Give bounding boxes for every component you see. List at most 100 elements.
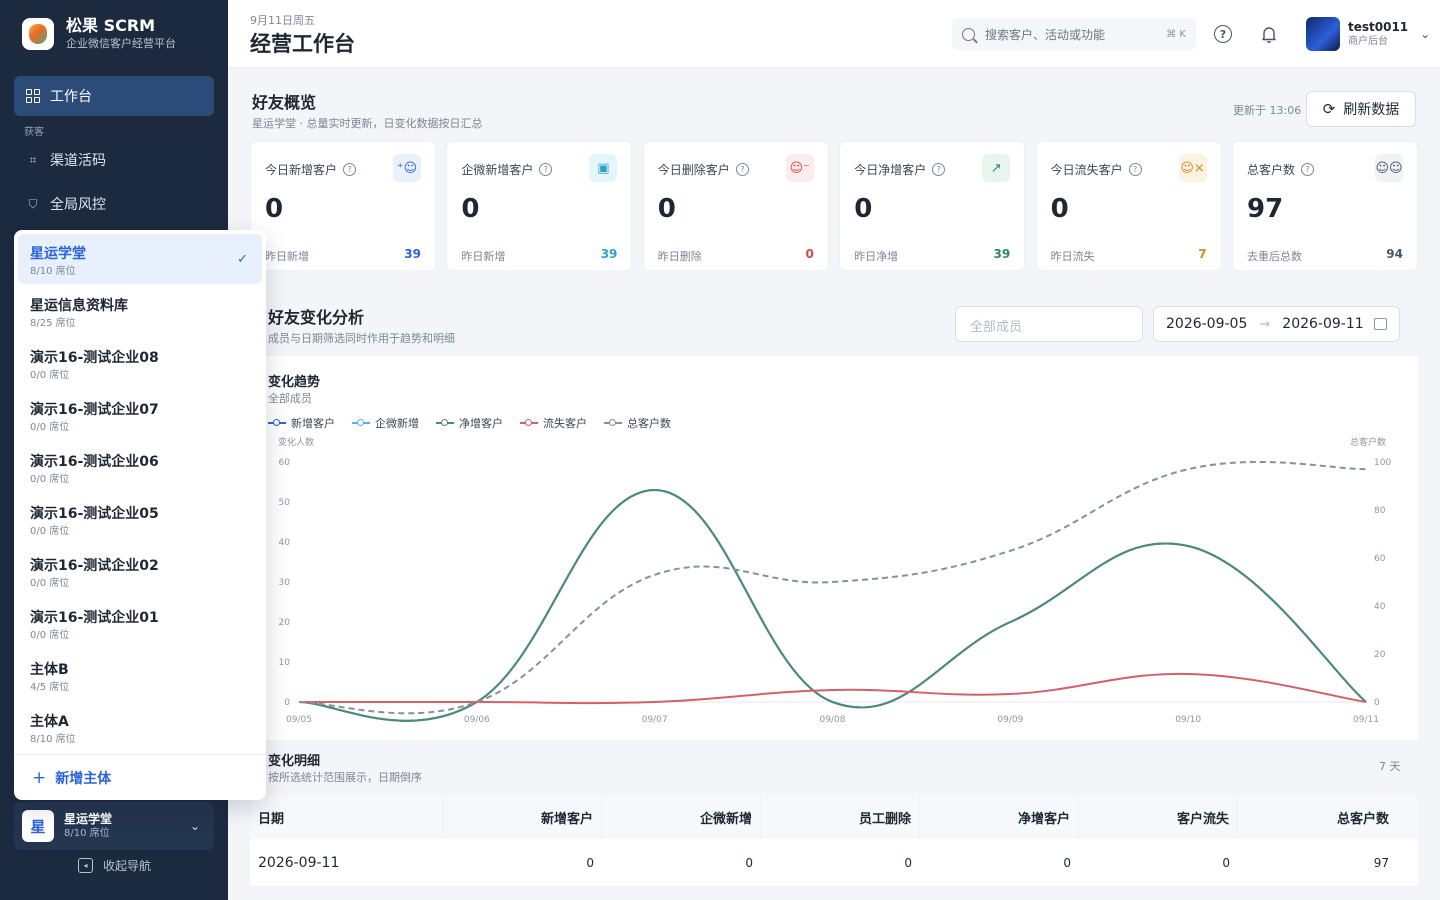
add-org-button[interactable]: + 新增主体: [32, 768, 111, 788]
org-option[interactable]: 主体B 4/5 席位: [18, 650, 262, 700]
sidebar-item-workbench[interactable]: 工作台: [14, 76, 214, 116]
current-org-switcher[interactable]: 星 星运学堂 8/10 席位 ⌄: [14, 802, 214, 850]
analysis-subtitle: 成员与日期筛选同时作用于趋势和明细: [268, 332, 455, 345]
sidebar-item-label: 全局风控: [50, 197, 106, 213]
kpi-value: 0: [854, 194, 873, 224]
org-option-seats: 0/0 席位: [30, 630, 70, 641]
search-input[interactable]: 搜索客户、活动或功能 ⌘ K: [952, 18, 1196, 50]
org-name: 星运学堂: [64, 812, 113, 826]
table-cell: 0: [904, 855, 912, 870]
brand-title: 松果 SCRM: [66, 16, 156, 35]
user-name: test0011: [1348, 20, 1409, 34]
brand[interactable]: 松果 SCRM 企业微信客户经营平台: [22, 16, 176, 51]
table-header-cell[interactable]: 日期: [250, 795, 443, 839]
org-option[interactable]: 星运学堂 8/10 席位 ✓: [18, 234, 262, 284]
org-option[interactable]: 演示16-测试企业06 0/0 席位: [18, 442, 262, 492]
kpi-card: 总客户数? ☺☺ 97 去重后总数 94: [1232, 141, 1418, 271]
y2-tick-label: 80: [1374, 506, 1386, 516]
org-avatar: 星: [22, 810, 54, 842]
date-start: 2026-09-05: [1166, 316, 1248, 332]
org-option[interactable]: 演示16-测试企业08 0/0 席位: [18, 338, 262, 388]
table-header-cell[interactable]: 客户流失: [1079, 795, 1238, 839]
y-tick-label: 30: [279, 578, 291, 588]
help-icon[interactable]: ?: [539, 163, 553, 176]
help-icon[interactable]: ?: [1301, 163, 1315, 176]
avatar: [1306, 17, 1340, 51]
table-cell: 97: [1373, 855, 1389, 870]
users-icon: ☺☺: [1375, 154, 1403, 182]
kpi-card: 今日删除客户? ☺⁻ 0 昨日删除 0: [642, 141, 829, 271]
refresh-button[interactable]: ⟳ 刷新数据: [1306, 91, 1416, 127]
date-end: 2026-09-11: [1282, 316, 1364, 332]
kpi-foot-value: 7: [1198, 247, 1207, 261]
table-header-cell[interactable]: 员工删除: [761, 795, 920, 839]
date-range-picker[interactable]: 2026-09-05 → 2026-09-11: [1153, 306, 1400, 342]
date-arrow: →: [1259, 316, 1271, 332]
kpi-label-text: 企微新增客户: [461, 163, 534, 177]
qrcode-icon: ⌗: [29, 152, 37, 167]
kpi-value: 0: [265, 194, 284, 224]
x-tick-label: 09/08: [820, 715, 846, 725]
trend-chart-panel: 变化趋势 全部成员 新增客户 企微新增 净增客户 流失客户 总客户数 变化人数 总客户数 0…: [250, 356, 1418, 740]
kpi-foot-label: 昨日流失: [1050, 250, 1095, 263]
bell-icon[interactable]: [1259, 24, 1279, 44]
pinecone-logo-icon: [22, 17, 54, 50]
help-icon[interactable]: ?: [343, 163, 357, 176]
series-line-1: [298, 488, 1367, 722]
chevron-down-icon: ⌄: [1420, 27, 1431, 41]
detail-table-header: 日期 新增客户 企微新增 员工删除 净增客户 客户流失 总客户数: [250, 795, 1418, 839]
user-role: 商户后台: [1348, 36, 1388, 47]
sidebar-group-label: 获客: [24, 127, 44, 138]
detail-days: 7 天: [1379, 760, 1401, 773]
help-icon[interactable]: ?: [932, 163, 946, 176]
org-option-seats: 8/10 席位: [30, 734, 76, 745]
org-option[interactable]: 星运信息资料库 8/25 席位: [18, 286, 262, 336]
kpi-card-label: 总客户数?: [1247, 161, 1315, 178]
y-tick-label: 40: [279, 538, 291, 548]
org-option-name: 演示16-测试企业02: [30, 558, 159, 574]
collapse-nav-label: 收起导航: [103, 859, 152, 873]
kpi-foot-label: 去重后总数: [1247, 250, 1302, 263]
table-row: 2026-09-11 0 0 0 0 0 97: [250, 839, 1418, 887]
help-icon[interactable]: ?: [735, 163, 749, 176]
search-placeholder: 搜索客户、活动或功能: [985, 27, 1106, 42]
trend-chart: 变化人数 总客户数 0 10 20 30 40 50 60 0 20 40 60 80 100 09/05 09…: [278, 436, 1391, 725]
kpi-label-text: 总客户数: [1247, 163, 1296, 177]
table-header-cell[interactable]: 净增客户: [920, 795, 1079, 839]
sidebar-item-risk-control[interactable]: ⛉ 全局风控: [26, 194, 106, 214]
sidebar-item-channel-qrcode[interactable]: ⌗ 渠道活码: [26, 150, 106, 170]
y2-tick-label: 20: [1374, 650, 1386, 660]
updated-time: 更新于 13:06: [1233, 104, 1302, 117]
org-option-seats: 0/0 席位: [30, 422, 70, 433]
table-header-cell[interactable]: 总客户数: [1238, 795, 1397, 839]
x-tick-label: 09/05: [286, 715, 312, 725]
table-header-cell[interactable]: 企微新增: [602, 795, 761, 839]
kpi-label-text: 今日流失客户: [1050, 163, 1123, 177]
y-tick-label: 60: [279, 458, 291, 468]
org-option[interactable]: 演示16-测试企业07 0/0 席位: [18, 390, 262, 440]
help-icon[interactable]: ?: [1214, 25, 1232, 43]
table-header-cell[interactable]: 新增客户: [443, 795, 602, 839]
org-option-seats: 4/5 席位: [30, 682, 70, 693]
org-option[interactable]: 演示16-测试企业02 0/0 席位: [18, 546, 262, 596]
org-dropdown: 星运学堂 8/10 席位 ✓ 星运信息资料库 8/25 席位 演示16-测试企业…: [14, 230, 266, 800]
y-axis-title: 变化人数: [278, 436, 314, 448]
add-org-label: 新增主体: [55, 771, 112, 787]
overview-subtitle: 星运学堂 · 总量实时更新，日变化数据按日汇总: [252, 117, 483, 130]
sidebar-item-label: 渠道活码: [50, 153, 106, 169]
org-option-name: 演示16-测试企业08: [30, 350, 159, 366]
org-option-seats: 0/0 席位: [30, 578, 70, 589]
org-option[interactable]: 演示16-测试企业05 0/0 席位: [18, 494, 262, 544]
collapse-nav-button[interactable]: ◂ 收起导航: [78, 857, 151, 874]
user-menu[interactable]: test0011 商户后台 ⌄: [1306, 17, 1430, 51]
series-line-4: [299, 672, 1367, 705]
org-option-seats: 8/25 席位: [30, 318, 76, 329]
member-select[interactable]: 全部成员: [955, 306, 1143, 342]
help-icon[interactable]: ?: [1128, 163, 1142, 176]
org-option[interactable]: 主体A 8/10 席位: [18, 702, 262, 752]
kpi-foot-value: 94: [1386, 247, 1403, 261]
header-date: 9月11日周五: [250, 14, 315, 27]
check-icon: ✓: [237, 252, 248, 267]
org-option[interactable]: 演示16-测试企业01 0/0 席位: [18, 598, 262, 648]
chevron-down-icon: ⌄: [190, 819, 201, 833]
